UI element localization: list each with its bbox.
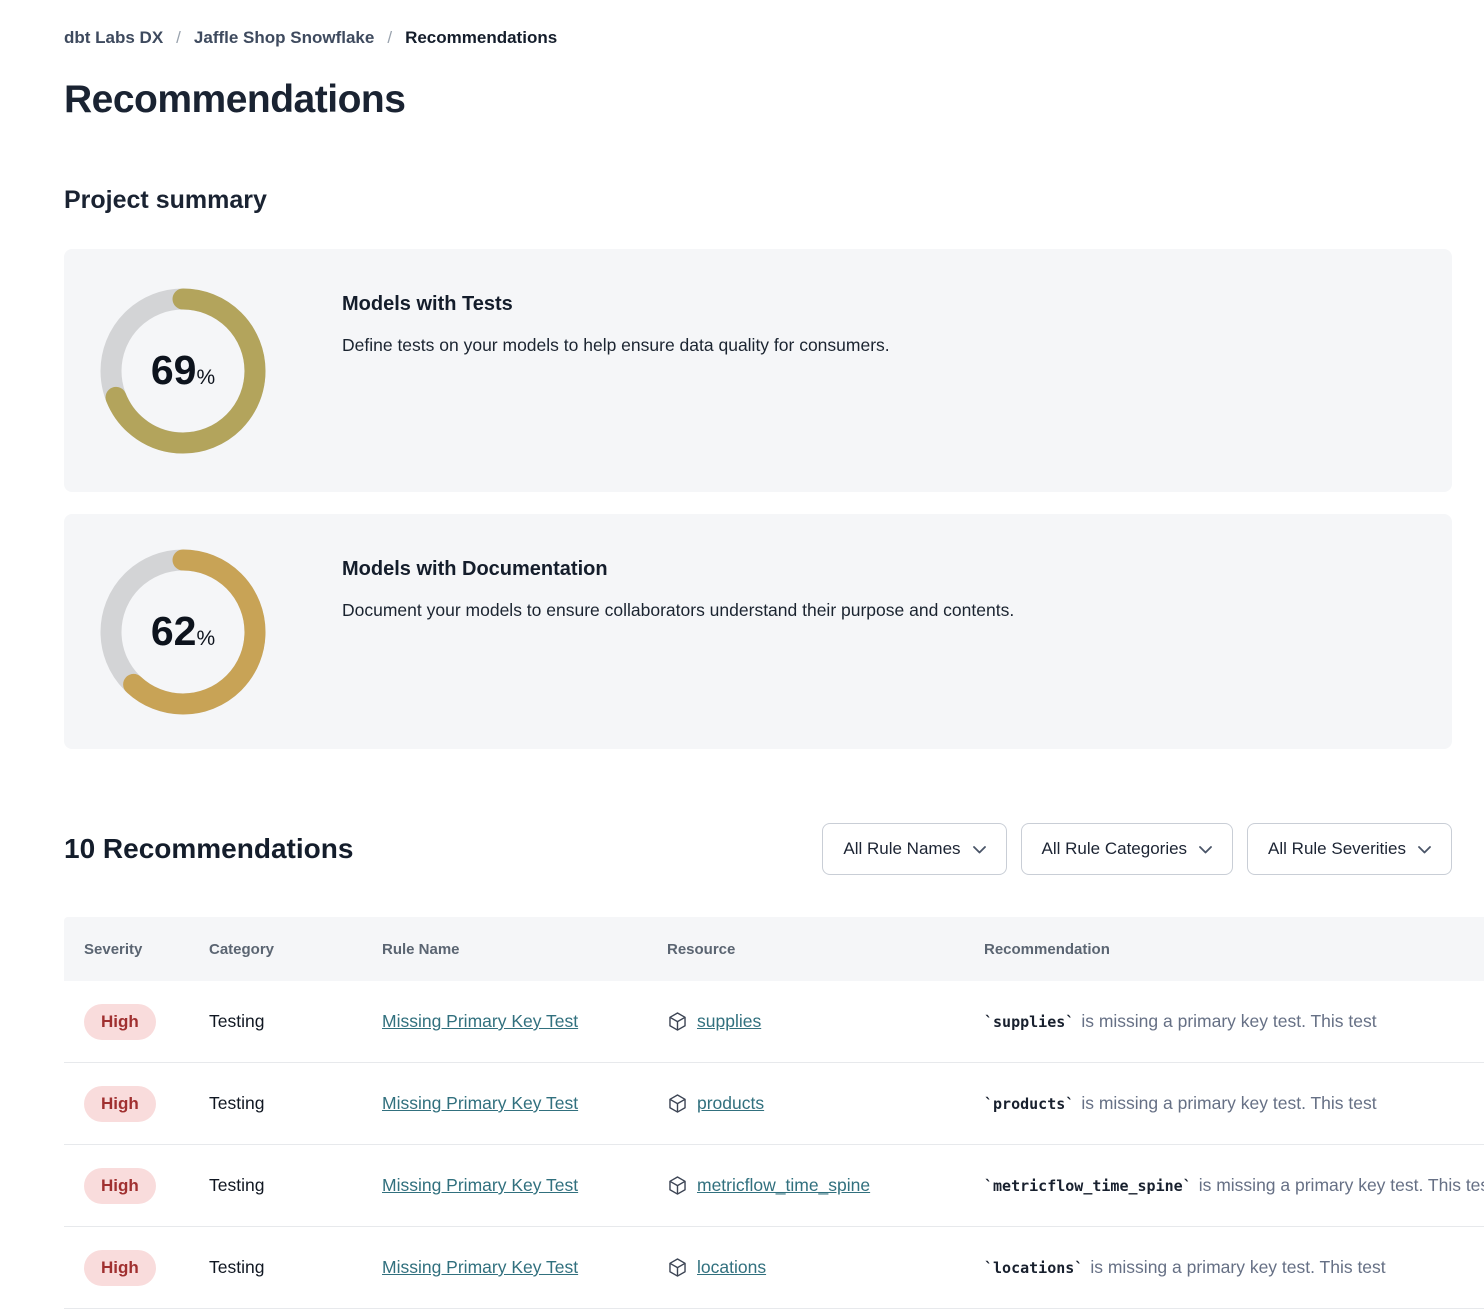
category-cell: Testing [209,1011,382,1032]
recommendations-table-container: Severity Category Rule Name Resource Rec… [64,917,1484,1309]
resource-link[interactable]: locations [697,1257,766,1278]
recommendation-text: is missing a primary key test. This test [1081,1093,1376,1113]
card-description: Document your models to ensure collabora… [342,600,1014,621]
page-title: Recommendations [64,78,1484,122]
column-header-rule-name: Rule Name [382,941,667,958]
table-row: High Testing Missing Primary Key Test lo… [64,1227,1484,1309]
card-text-block: Models with Documentation Document your … [342,514,1014,749]
recommendation-text: is missing a primary key test. This test [1081,1011,1376,1031]
donut-percent-sign: % [196,627,215,651]
rule-name-link[interactable]: Missing Primary Key Test [382,1257,578,1277]
category-cell: Testing [209,1175,382,1196]
breadcrumb-item-current: Recommendations [405,28,557,48]
model-cube-icon [667,1093,688,1114]
chevron-down-icon [1418,846,1431,854]
filter-rule-severities-dropdown[interactable]: All Rule Severities [1247,823,1452,875]
recommendation-text: is missing a primary key test. This test [1199,1175,1484,1195]
breadcrumb-separator: / [387,28,392,48]
category-cell: Testing [209,1257,382,1278]
column-header-severity: Severity [64,941,209,958]
severity-badge: High [84,1168,156,1204]
filter-rule-names-dropdown[interactable]: All Rule Names [822,823,1006,875]
category-cell: Testing [209,1093,382,1114]
summary-card-models-with-documentation: 62 % Models with Documentation Document … [64,514,1452,749]
chevron-down-icon [1199,846,1212,854]
resource-link[interactable]: metricflow_time_spine [697,1175,870,1196]
recommendation-code: `supplies` [984,1013,1074,1031]
table-header-row: Severity Category Rule Name Resource Rec… [64,917,1484,981]
severity-badge: High [84,1250,156,1286]
card-title: Models with Tests [342,293,890,316]
column-header-category: Category [209,941,382,958]
resource-link[interactable]: supplies [697,1011,761,1032]
severity-badge: High [84,1004,156,1040]
rule-name-link[interactable]: Missing Primary Key Test [382,1093,578,1113]
chevron-down-icon [973,846,986,854]
column-header-resource: Resource [667,941,984,958]
card-title: Models with Documentation [342,558,1014,581]
recommendation-cell: `locations` is missing a primary key test… [984,1257,1484,1278]
breadcrumb: dbt Labs DX / Jaffle Shop Snowflake / Re… [64,0,1484,48]
recommendation-code: `metricflow_time_spine` [984,1177,1192,1195]
column-header-recommendation: Recommendation [984,941,1484,958]
filter-label: All Rule Categories [1042,839,1188,859]
recommendations-table: Severity Category Rule Name Resource Rec… [64,917,1484,1309]
table-row: High Testing Missing Primary Key Test pr… [64,1063,1484,1145]
severity-badge: High [84,1086,156,1122]
donut-percent-label: 69 % [100,288,266,454]
recommendation-text: is missing a primary key test. This test [1090,1257,1385,1277]
donut-percent-sign: % [196,366,215,390]
model-cube-icon [667,1257,688,1278]
table-row: High Testing Missing Primary Key Test su… [64,981,1484,1063]
project-summary-heading: Project summary [64,186,1484,215]
breadcrumb-item-project[interactable]: Jaffle Shop Snowflake [194,28,374,48]
recommendation-cell: `supplies` is missing a primary key test.… [984,1011,1484,1032]
page: dbt Labs DX / Jaffle Shop Snowflake / Re… [0,0,1484,1309]
recommendation-code: `locations` [984,1259,1083,1277]
table-row: High Testing Missing Primary Key Test me… [64,1145,1484,1227]
model-cube-icon [667,1175,688,1196]
filter-rule-categories-dropdown[interactable]: All Rule Categories [1021,823,1234,875]
summary-card-models-with-tests: 69 % Models with Tests Define tests on y… [64,249,1452,492]
donut-percent-label: 62 % [100,549,266,715]
donut-percent-value: 69 [151,347,197,394]
filter-label: All Rule Severities [1268,839,1406,859]
docs-donut-chart: 62 % [100,549,266,715]
resource-link[interactable]: products [697,1093,764,1114]
rule-name-link[interactable]: Missing Primary Key Test [382,1011,578,1031]
recommendation-code: `products` [984,1095,1074,1113]
card-text-block: Models with Tests Define tests on your m… [342,249,890,492]
recommendation-cell: `metricflow_time_spine` is missing a prim… [984,1175,1484,1196]
tests-donut-chart: 69 % [100,288,266,454]
model-cube-icon [667,1011,688,1032]
recommendations-count-heading: 10 Recommendations [64,833,353,865]
rule-name-link[interactable]: Missing Primary Key Test [382,1175,578,1195]
breadcrumb-item-account[interactable]: dbt Labs DX [64,28,163,48]
recommendation-cell: `products` is missing a primary key test.… [984,1093,1484,1114]
donut-percent-value: 62 [151,608,197,655]
recommendations-header: 10 Recommendations All Rule Names All Ru… [64,823,1452,875]
filter-label: All Rule Names [843,839,960,859]
card-description: Define tests on your models to help ensu… [342,335,890,356]
breadcrumb-separator: / [176,28,181,48]
filter-bar: All Rule Names All Rule Categories All R… [822,823,1452,875]
